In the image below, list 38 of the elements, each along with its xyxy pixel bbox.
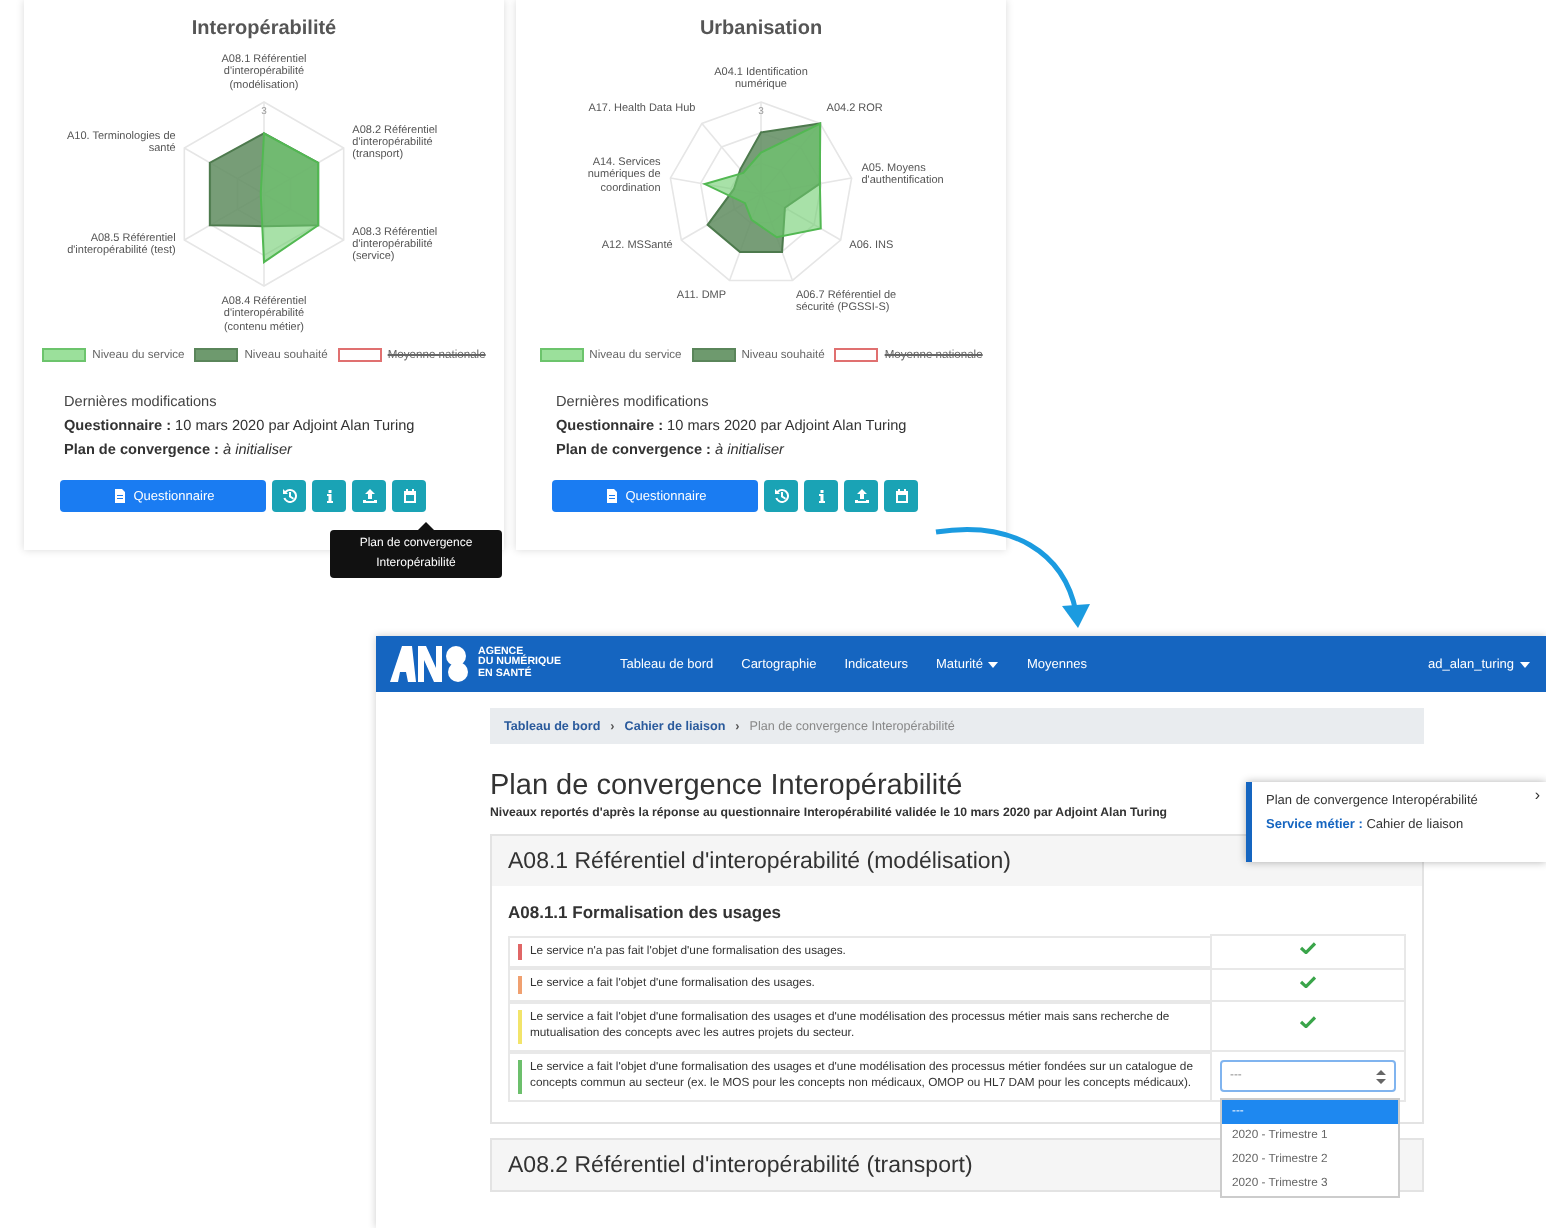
target-level-area	[208, 132, 320, 228]
service-level-area	[259, 131, 320, 264]
info-icon	[321, 488, 337, 504]
subsection-title: A08.1.1 Formalisation des usages	[508, 902, 784, 922]
legend-swatch	[337, 348, 382, 362]
history-button[interactable]	[272, 480, 306, 512]
card-title: Urbanisation	[697, 16, 825, 40]
legend-swatch	[194, 348, 239, 362]
card-title: Interopérabilité	[189, 16, 339, 40]
logo-icon	[388, 644, 472, 684]
document-icon	[111, 488, 128, 504]
history-button[interactable]	[764, 480, 798, 512]
upload-icon	[853, 488, 869, 504]
check-icon	[1300, 1016, 1316, 1029]
info-icon	[813, 488, 829, 504]
history-icon	[281, 488, 297, 504]
legend-swatch	[539, 348, 584, 362]
calendar-button[interactable]	[884, 480, 918, 512]
info-button[interactable]	[312, 480, 346, 512]
page-title: Plan de convergence Interopérabilité	[490, 770, 963, 802]
upload-icon	[361, 488, 377, 504]
document-icon	[603, 488, 620, 504]
upload-button[interactable]	[352, 480, 386, 512]
check-icon	[1300, 975, 1316, 987]
legend-swatch	[42, 348, 87, 362]
check-icon	[1300, 942, 1316, 954]
history-icon	[773, 488, 789, 504]
section-header: A08.1 Référentiel d'interopérabilité (modélisation)	[492, 836, 1422, 886]
legend-swatch	[691, 348, 736, 362]
select-arrows-icon	[1376, 1069, 1386, 1083]
caret-icon	[1520, 661, 1530, 667]
calendar-button[interactable]	[392, 480, 426, 512]
info-button[interactable]	[804, 480, 838, 512]
popover-close[interactable]: ›	[1534, 786, 1540, 804]
upload-button[interactable]	[844, 480, 878, 512]
calendar-icon	[893, 488, 909, 504]
legend-swatch	[834, 348, 879, 362]
calendar-icon	[401, 488, 417, 504]
